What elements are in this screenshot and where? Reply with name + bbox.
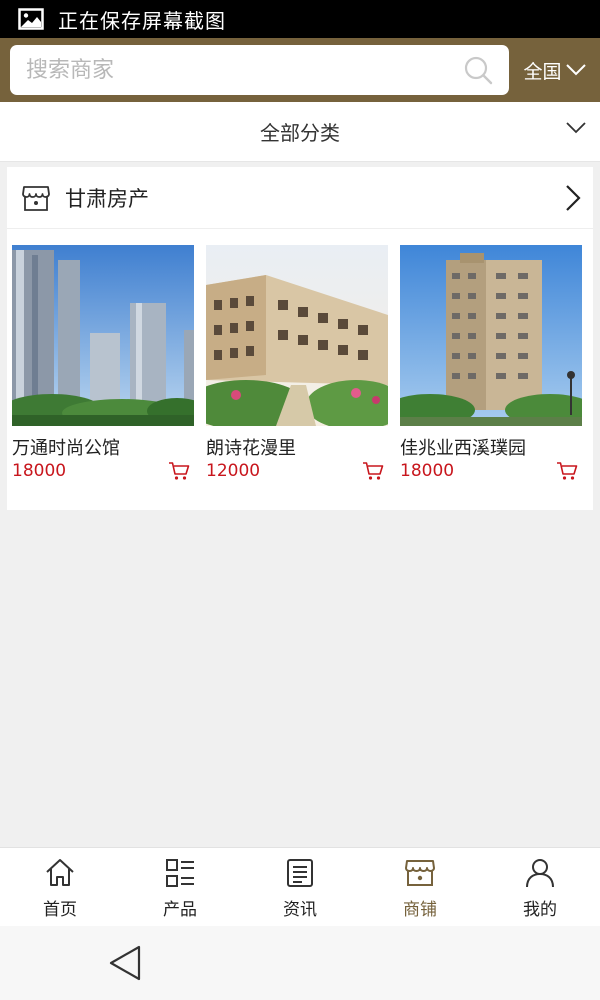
image-icon <box>18 8 44 30</box>
tab-home[interactable]: 首页 <box>0 848 120 926</box>
category-dropdown[interactable]: 全部分类 <box>0 102 600 162</box>
search-input[interactable] <box>26 57 426 83</box>
search-icon[interactable] <box>463 55 493 85</box>
tab-label: 首页 <box>43 900 77 920</box>
chevron-down-icon <box>566 122 586 134</box>
store-header[interactable]: 甘肃房产 <box>7 167 593 229</box>
cart-icon[interactable] <box>362 461 384 481</box>
store-card: 甘肃房产 万通时尚公馆 18000 朗诗花漫里 12000 佳兆业西溪璞园 18… <box>7 167 593 510</box>
tab-label: 我的 <box>523 900 557 920</box>
tab-news[interactable]: 资讯 <box>240 848 360 926</box>
status-bar: 正在保存屏幕截图 <box>0 0 600 38</box>
tab-label: 商铺 <box>403 900 437 920</box>
region-selector[interactable]: 全国 <box>509 57 600 84</box>
user-icon <box>526 859 554 888</box>
grid-list-icon <box>166 859 194 887</box>
tab-shop[interactable]: 商铺 <box>360 848 480 926</box>
chevron-right-icon[interactable] <box>565 184 581 212</box>
product-name[interactable]: 佳兆业西溪璞园 <box>400 434 582 459</box>
region-label: 全国 <box>523 60 562 83</box>
tab-mine[interactable]: 我的 <box>480 848 600 926</box>
product-price: 12000 <box>206 461 261 481</box>
product-name[interactable]: 朗诗花漫里 <box>206 434 388 459</box>
header: 全国 <box>0 38 600 102</box>
chevron-down-icon <box>565 64 586 76</box>
product-card[interactable]: 佳兆业西溪璞园 18000 <box>400 245 582 481</box>
shop-icon <box>405 860 435 886</box>
product-image[interactable] <box>206 245 388 426</box>
cart-icon[interactable] <box>556 461 578 481</box>
cart-icon[interactable] <box>168 461 190 481</box>
store-name: 甘肃房产 <box>65 186 149 211</box>
tab-label: 产品 <box>163 900 197 920</box>
bottom-tab-bar: 首页 产品 资讯 商铺 我的 <box>0 847 600 926</box>
product-image[interactable] <box>400 245 582 426</box>
tab-products[interactable]: 产品 <box>120 848 240 926</box>
tab-label: 资讯 <box>283 900 317 920</box>
home-icon <box>46 859 74 886</box>
back-icon[interactable] <box>108 944 142 982</box>
product-price: 18000 <box>12 461 67 481</box>
product-image[interactable] <box>12 245 194 426</box>
product-price: 18000 <box>400 461 455 481</box>
news-icon <box>287 859 313 887</box>
system-nav-bar <box>0 926 600 1000</box>
product-card[interactable]: 朗诗花漫里 12000 <box>206 245 388 481</box>
product-card[interactable]: 万通时尚公馆 18000 <box>12 245 194 481</box>
search-box[interactable] <box>10 45 509 95</box>
product-name[interactable]: 万通时尚公馆 <box>12 434 194 459</box>
status-text: 正在保存屏幕截图 <box>58 8 226 33</box>
product-list: 万通时尚公馆 18000 朗诗花漫里 12000 佳兆业西溪璞园 18000 <box>7 229 593 481</box>
category-label: 全部分类 <box>260 121 340 145</box>
shop-icon <box>22 185 50 211</box>
